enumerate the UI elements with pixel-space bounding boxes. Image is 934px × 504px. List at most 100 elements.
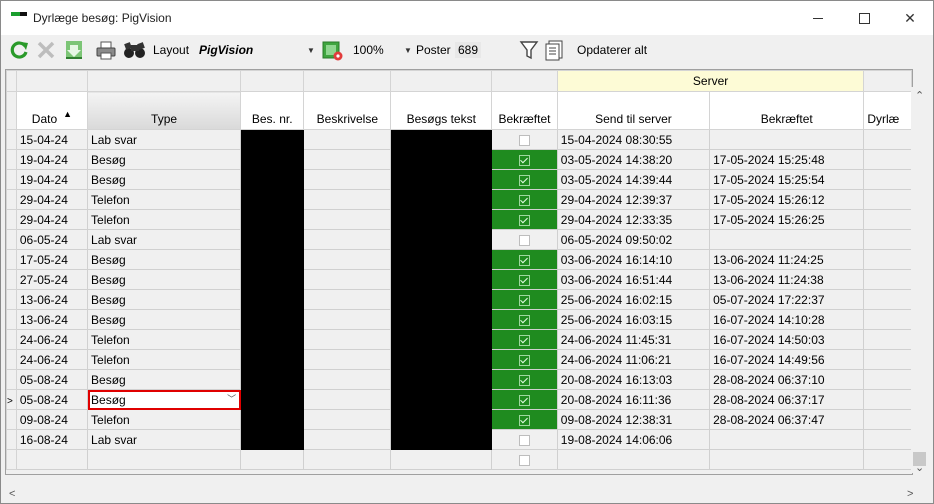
cell-type[interactable]: Besøg [87,369,242,390]
column-header-dato[interactable]: Dato ▲ [15,91,89,130]
cell-dato[interactable]: 13-06-24 [15,289,89,310]
column-header-besogs-tekst[interactable]: Besøgs tekst [390,91,493,130]
cell-server-bekraeftet[interactable]: 17-05-2024 15:25:54 [709,169,865,190]
checked-checkbox[interactable] [518,194,530,206]
cell-type[interactable]: Lab svar [87,229,242,250]
cell-server-bekraeftet[interactable]: 05-07-2024 17:22:37 [709,289,865,310]
cell-type[interactable]: Telefon [87,189,242,210]
table-row[interactable]: 09-08-24 Telefon 09-08-2024 12:38:31 28-08-… [6,409,912,430]
print-button[interactable] [95,39,117,61]
cell-bekraeftet[interactable] [491,129,558,150]
cell-send-til-server[interactable]: 19-08-2024 14:06:06 [556,429,711,450]
table-row[interactable]: 13-06-24 Besøg 25-06-2024 16:02:15 05-07-20… [6,289,912,310]
cell-besogs-tekst-redacted[interactable] [390,349,493,370]
cell-dato[interactable]: 15-04-24 [15,129,89,150]
cell-besogs-tekst-redacted[interactable] [390,129,493,150]
cell-beskrivelse[interactable] [303,149,392,170]
table-row[interactable]: 17-05-24 Besøg 03-06-2024 16:14:10 13-06-20… [6,249,912,270]
cell-bekraeftet[interactable] [491,389,558,410]
cell-bes-nr-redacted[interactable] [240,229,305,250]
row-selector[interactable] [6,169,17,190]
cell-bes-nr-redacted[interactable] [240,129,305,150]
cell-dyrlaege[interactable] [863,329,912,350]
cell-beskrivelse[interactable] [303,129,392,150]
scroll-up-icon[interactable]: ⌃ [915,89,924,102]
cell-besogs-tekst-redacted[interactable] [390,289,493,310]
cell-bekraeftet[interactable] [491,189,558,210]
cell-bekraeftet[interactable] [491,369,558,390]
cell-type[interactable]: Telefon [87,329,242,350]
cell-type[interactable]: Telefon [87,349,242,370]
cell-bekraeftet[interactable] [491,169,558,190]
cell-dyrlaege[interactable] [863,369,912,390]
filter-button[interactable] [519,39,539,61]
cell-dato[interactable]: 19-04-24 [15,169,89,190]
cell-bekraeftet[interactable] [491,269,558,290]
table-row[interactable]: 29-04-24 Telefon 29-04-2024 12:39:37 17-05-… [6,189,912,210]
row-selector[interactable] [6,149,17,170]
cell-server-bekraeftet[interactable]: 17-05-2024 15:26:12 [709,189,865,210]
checked-checkbox[interactable] [518,214,530,226]
cell-beskrivelse[interactable] [303,249,392,270]
cell-dyrlaege[interactable] [863,429,912,450]
cell-bes-nr-redacted[interactable] [240,189,305,210]
cell-dyrlaege[interactable] [863,169,912,190]
cell-send-til-server[interactable]: 24-06-2024 11:06:21 [556,349,711,370]
checked-checkbox[interactable] [518,394,530,406]
cell-send-til-server[interactable]: 09-08-2024 12:38:31 [556,409,711,430]
cell-server-bekraeftet[interactable]: 28-08-2024 06:37:10 [709,369,865,390]
cell-dato[interactable]: 17-05-24 [15,249,89,270]
cell-dato[interactable]: 24-06-24 [15,329,89,350]
row-selector[interactable] [6,209,17,230]
cell-bekraeftet[interactable] [491,229,558,250]
cell-bes-nr-redacted[interactable] [240,289,305,310]
cell-server-bekraeftet[interactable] [709,429,865,450]
maximize-button[interactable] [841,1,887,35]
row-selector[interactable] [6,229,17,250]
cell-bes-nr-redacted[interactable] [240,389,305,410]
cell-dyrlaege[interactable] [863,149,912,170]
row-selector[interactable] [6,329,17,350]
column-header-send-til-server[interactable]: Send til server [556,91,711,130]
cell-besogs-tekst-redacted[interactable] [390,269,493,290]
cell-send-til-server[interactable]: 03-05-2024 14:38:20 [556,149,711,170]
cell-dyrlaege[interactable] [863,189,912,210]
cell-beskrivelse[interactable] [303,409,392,430]
cell-beskrivelse[interactable] [303,189,392,210]
cell-server-bekraeftet[interactable]: 28-08-2024 06:37:47 [709,409,865,430]
cell-bes-nr-redacted[interactable] [240,309,305,330]
cell-send-til-server[interactable]: 20-08-2024 16:13:03 [556,369,711,390]
cell-server-bekraeftet[interactable]: 16-07-2024 14:49:56 [709,349,865,370]
cell-dato[interactable]: 16-08-24 [15,429,89,450]
cell-server-bekraeftet[interactable]: 28-08-2024 06:37:17 [709,389,865,410]
close-button[interactable]: ✕ [887,1,933,35]
cell-dyrlaege[interactable] [863,209,912,230]
cell-dyrlaege[interactable] [863,269,912,290]
cell-dato[interactable]: 05-08-24 [15,369,89,390]
cell-send-til-server[interactable]: 03-06-2024 16:14:10 [556,249,711,270]
cell-bekraeftet[interactable] [491,209,558,230]
cell-dyrlaege[interactable] [863,249,912,270]
cell-send-til-server[interactable]: 20-08-2024 16:11:36 [556,389,711,410]
table-row[interactable]: 29-04-24 Telefon 29-04-2024 12:33:35 17-05-… [6,209,912,230]
cell-dato[interactable]: 09-08-24 [15,409,89,430]
refresh-all-button[interactable]: Opdaterer alt [577,43,647,57]
cell-type[interactable]: Besøg [87,249,242,270]
cell-bekraeftet[interactable] [491,349,558,370]
cell-besogs-tekst-redacted[interactable] [390,209,493,230]
column-header-bekraeftet[interactable]: Bekræftet [491,91,558,130]
cell-bes-nr-redacted[interactable] [240,269,305,290]
cell-type[interactable]: Lab svar [87,129,242,150]
checked-checkbox[interactable] [518,374,530,386]
cancel-button[interactable] [35,39,57,61]
cell-besogs-tekst-redacted[interactable] [390,309,493,330]
cell-type[interactable]: Telefon [87,409,242,430]
cell-dato[interactable]: 24-06-24 [15,349,89,370]
cell-dyrlaege[interactable] [863,409,912,430]
cell-beskrivelse[interactable] [303,289,392,310]
cell-send-til-server[interactable]: 15-04-2024 08:30:55 [556,129,711,150]
cell-server-bekraeftet[interactable]: 16-07-2024 14:10:28 [709,309,865,330]
cell-send-til-server[interactable]: 03-05-2024 14:39:44 [556,169,711,190]
vertical-scrollbar[interactable]: ⌃ ⌄ [911,87,928,474]
row-selector[interactable] [6,369,17,390]
